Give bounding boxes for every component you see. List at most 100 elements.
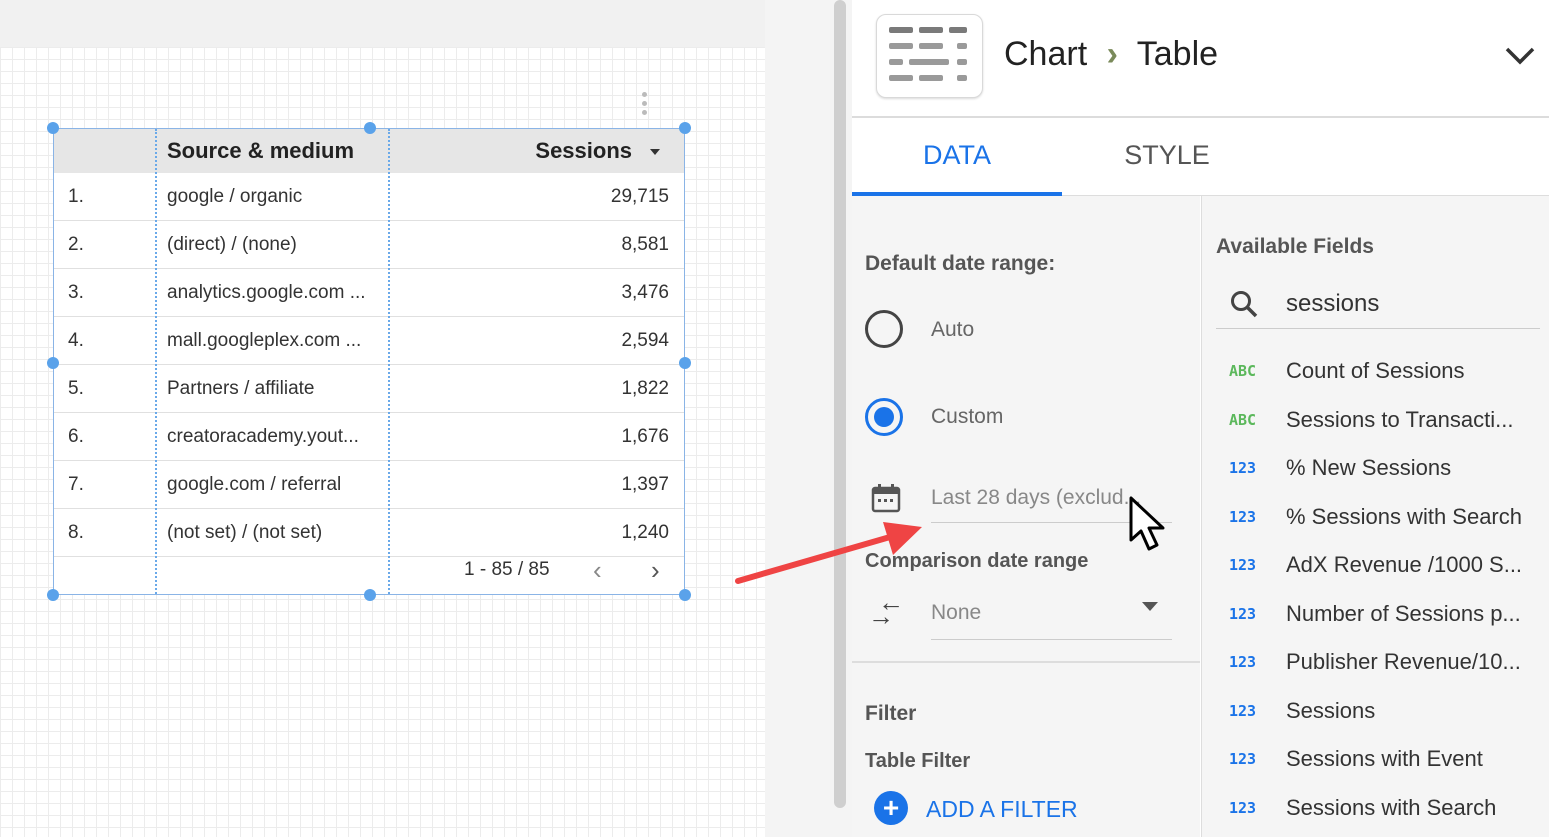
field-name: % New Sessions <box>1286 455 1452 480</box>
breadcrumb: Chart › Table <box>1004 35 1218 74</box>
search-underline <box>1216 328 1540 329</box>
auto-radio[interactable] <box>865 310 903 348</box>
table-filter-label: Table Filter <box>865 750 971 772</box>
field-item[interactable]: 123 % Sessions with Search <box>1202 494 1549 542</box>
table-row[interactable]: 5. Partners / affiliate 1,822 <box>54 365 684 413</box>
field-item[interactable]: 123 Sessions with Event <box>1202 736 1549 784</box>
add-circle-icon: + <box>874 791 908 825</box>
row-number: 5. <box>68 378 84 399</box>
field-item[interactable]: 123 AdX Revenue /1000 S... <box>1202 542 1549 590</box>
tab-style[interactable]: STYLE <box>1062 118 1272 196</box>
field-item[interactable]: 123 Sessions with Search <box>1202 785 1549 833</box>
prev-page-icon[interactable]: ‹ <box>593 557 602 583</box>
source-medium-cell: (direct) / (none) <box>167 234 297 255</box>
custom-radio[interactable] <box>865 398 903 436</box>
row-number: 3. <box>68 282 84 303</box>
field-type-icon: 123 <box>1229 556 1257 574</box>
resize-handle[interactable] <box>679 357 691 369</box>
field-type-icon: 123 <box>1229 459 1257 477</box>
field-item[interactable]: 123 % New Sessions <box>1202 445 1549 493</box>
chart-options-menu-icon[interactable] <box>642 92 648 116</box>
resize-handle[interactable] <box>47 589 59 601</box>
table-chart[interactable]: Source & medium Sessions 1. google / orga… <box>53 128 685 595</box>
sort-desc-icon[interactable] <box>650 149 660 155</box>
field-name: Sessions with Event <box>1286 746 1483 771</box>
chevron-down-icon[interactable] <box>1504 46 1536 66</box>
calendar-icon <box>871 484 901 513</box>
available-fields-column: Available Fields sessions ABC Count of Se… <box>1201 196 1549 837</box>
resize-handle[interactable] <box>679 122 691 134</box>
dropdown-arrow-icon[interactable] <box>1142 602 1158 611</box>
field-item[interactable]: 123 Number of Sessions p... <box>1202 591 1549 639</box>
field-name: Sessions <box>1286 697 1376 723</box>
breadcrumb-parent[interactable]: Chart <box>1004 35 1087 73</box>
field-name: Number of Sessions p... <box>1286 600 1521 626</box>
annotation-arrow <box>735 522 922 584</box>
resize-handle[interactable] <box>47 357 59 369</box>
field-name: % Sessions with Search <box>1286 503 1522 529</box>
section-divider <box>852 661 1200 663</box>
panel-scrollbar[interactable] <box>834 0 846 808</box>
metric-header[interactable]: Sessions <box>535 129 632 173</box>
dimension-header[interactable]: Source & medium <box>167 129 354 173</box>
source-medium-cell: creatoracademy.yout... <box>167 426 359 447</box>
row-number: 4. <box>68 330 84 351</box>
source-medium-cell: Partners / affiliate <box>167 378 315 399</box>
sessions-cell: 2,594 <box>621 330 669 351</box>
field-type-icon: 123 <box>1229 507 1257 526</box>
breadcrumb-chevron-icon: › <box>1106 35 1118 73</box>
table-header: Source & medium Sessions <box>54 129 684 173</box>
properties-panel: Chart › Table DATA STYLE Default date ra… <box>852 0 1549 837</box>
auto-radio-label[interactable]: Auto <box>931 318 974 342</box>
field-type-icon: 123 <box>1229 701 1257 720</box>
sessions-cell: 8,581 <box>621 234 669 255</box>
field-type-icon: ABC <box>1229 410 1257 429</box>
date-range-picker[interactable]: Last 28 days (exclud... <box>931 486 1141 510</box>
compare-arrows-icon: ← → <box>868 587 904 631</box>
field-type-icon: 123 <box>1229 604 1257 623</box>
source-medium-cell: analytics.google.com ... <box>167 282 366 303</box>
custom-radio-label[interactable]: Custom <box>931 405 1003 429</box>
table-row[interactable]: 7. google.com / referral 1,397 <box>54 461 684 509</box>
field-type-icon: 123 <box>1229 653 1257 671</box>
source-medium-cell: (not set) / (not set) <box>167 522 323 543</box>
table-row[interactable]: 3. analytics.google.com ... 3,476 <box>54 269 684 317</box>
resize-handle[interactable] <box>364 589 376 601</box>
table-chart-icon[interactable] <box>876 14 983 98</box>
table-row[interactable]: 2. (direct) / (none) 8,581 <box>54 221 684 269</box>
field-name: Sessions to Transacti... <box>1286 406 1514 432</box>
row-number: 6. <box>68 426 84 447</box>
resize-handle[interactable] <box>679 589 691 601</box>
sessions-cell: 3,476 <box>621 282 669 303</box>
default-date-range-label: Default date range: <box>865 252 1056 275</box>
add-filter-button[interactable]: + ADD A FILTER <box>874 791 1174 827</box>
table-row[interactable]: 1. google / organic 29,715 <box>54 173 684 221</box>
source-medium-cell: google.com / referral <box>167 474 342 495</box>
field-name: AdX Revenue /1000 S... <box>1286 552 1523 577</box>
table-row[interactable]: 4. mall.googleplex.com ... 2,594 <box>54 317 684 365</box>
field-type-icon: 123 <box>1229 750 1257 768</box>
field-name: Publisher Revenue/10... <box>1286 649 1521 674</box>
tab-data[interactable]: DATA <box>852 118 1062 196</box>
next-page-icon[interactable]: › <box>651 557 660 583</box>
field-item[interactable]: 123 Publisher Revenue/10... <box>1202 639 1549 687</box>
column-resize-guide <box>388 129 390 594</box>
field-item[interactable]: ABC Sessions to Transacti... <box>1202 397 1549 445</box>
comparison-underline <box>931 639 1172 640</box>
table-row[interactable]: 6. creatoracademy.yout... 1,676 <box>54 413 684 461</box>
sessions-cell: 1,240 <box>621 522 669 543</box>
breadcrumb-child: Table <box>1136 35 1219 73</box>
filter-heading: Filter <box>865 702 917 725</box>
field-search-input[interactable]: sessions <box>1286 290 1379 318</box>
add-filter-label: ADD A FILTER <box>926 796 1078 822</box>
field-name: Count of Sessions <box>1286 358 1465 383</box>
comparison-select[interactable]: None <box>931 601 981 625</box>
field-type-icon: ABC <box>1229 362 1257 380</box>
field-item[interactable]: 123 Sessions <box>1202 688 1549 736</box>
table-row[interactable]: 8. (not set) / (not set) 1,240 <box>54 509 684 557</box>
resize-handle[interactable] <box>47 122 59 134</box>
pagination-label: 1 - 85 / 85 <box>464 559 550 580</box>
resize-handle[interactable] <box>364 122 376 134</box>
source-medium-cell: google / organic <box>167 186 303 207</box>
field-item[interactable]: ABC Count of Sessions <box>1202 348 1549 396</box>
